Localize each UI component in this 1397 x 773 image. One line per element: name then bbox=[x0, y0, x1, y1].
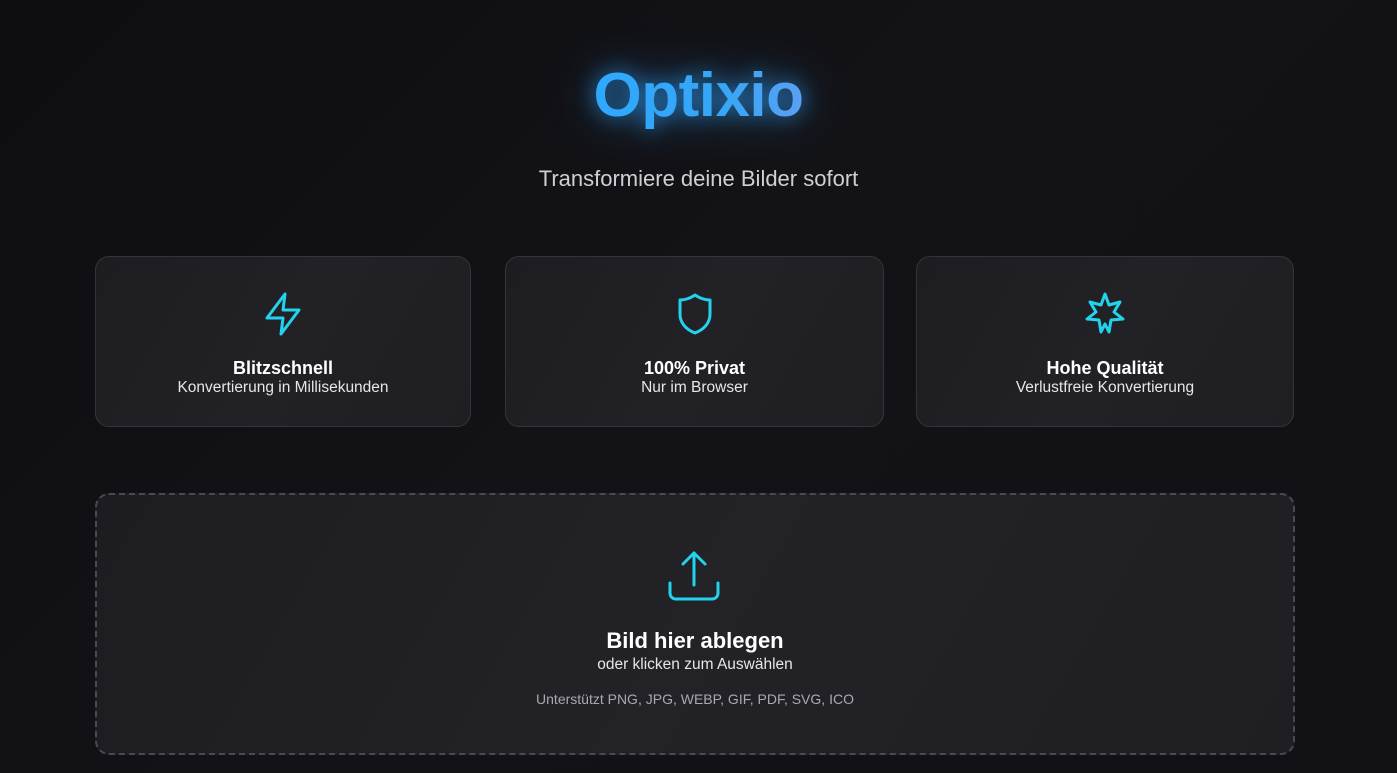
feature-card-quality: Hohe Qualität Verlustfreie Konvertierung bbox=[916, 256, 1294, 427]
page-subtitle: Transformiere deine Bilder sofort bbox=[538, 166, 859, 191]
sparkle-icon bbox=[1085, 292, 1125, 334]
feature-title: Blitzschnell bbox=[232, 358, 334, 378]
dropzone-title: Bild hier ablegen bbox=[606, 628, 784, 653]
page: Optixio Transformiere deine Bilder sofor… bbox=[0, 0, 1397, 773]
feature-description: Verlustfreie Konvertierung bbox=[1015, 379, 1195, 396]
feature-description: Konvertierung in Millisekunden bbox=[177, 379, 389, 396]
feature-title: 100% Privat bbox=[643, 358, 746, 378]
file-dropzone[interactable]: Bild hier ablegen oder klicken zum Auswä… bbox=[95, 493, 1295, 755]
dropzone-subtitle: oder klicken zum Auswählen bbox=[597, 656, 793, 673]
shield-icon bbox=[678, 293, 711, 335]
lightning-icon bbox=[265, 292, 301, 336]
upload-icon bbox=[668, 551, 720, 601]
feature-card-privacy: 100% Privat Nur im Browser bbox=[505, 256, 884, 427]
app-logo: Optixio bbox=[0, 56, 1397, 136]
supported-formats: Unterstützt PNG, JPG, WEBP, GIF, PDF, SV… bbox=[536, 691, 854, 707]
feature-card-speed: Blitzschnell Konvertierung in Millisekun… bbox=[95, 256, 471, 427]
app-logo-text: Optixio bbox=[593, 61, 804, 130]
feature-title: Hohe Qualität bbox=[1046, 358, 1164, 378]
feature-description: Nur im Browser bbox=[641, 379, 748, 396]
